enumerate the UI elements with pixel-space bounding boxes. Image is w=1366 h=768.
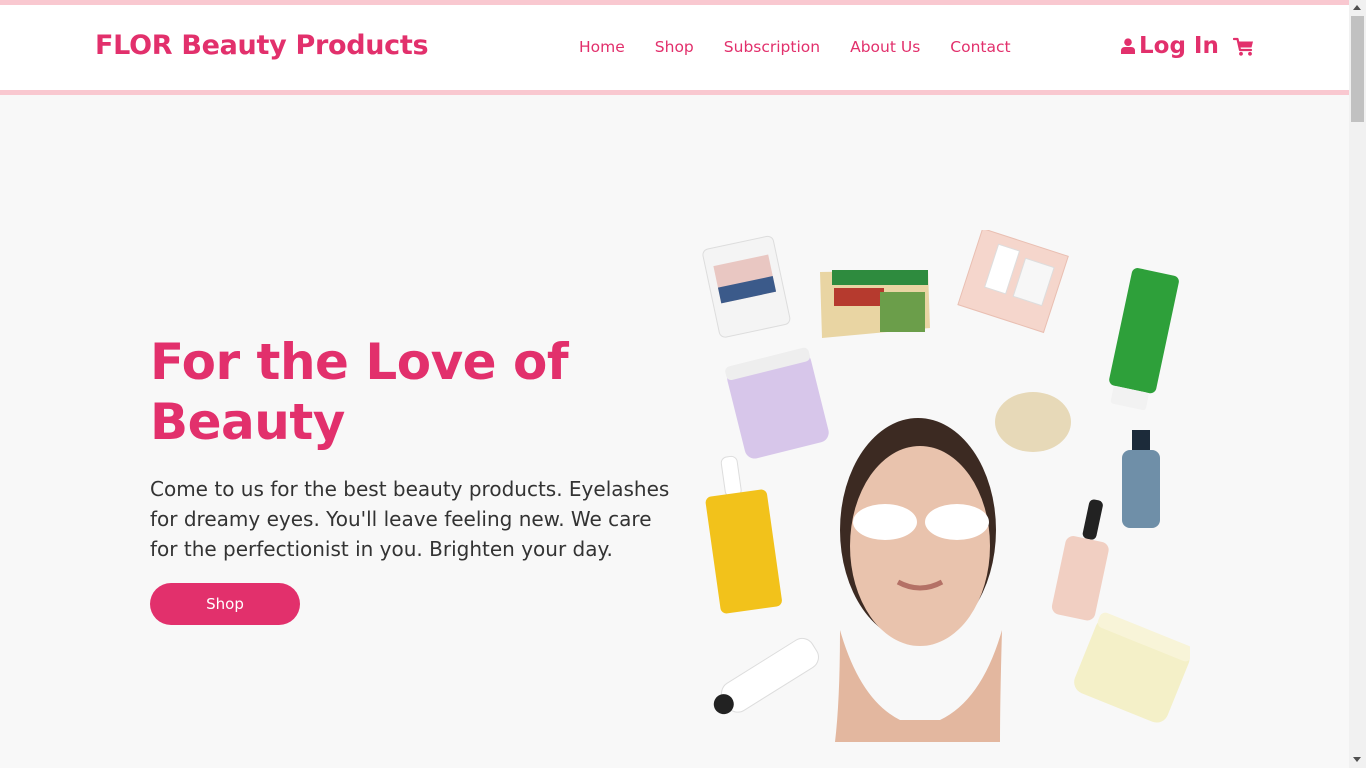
hero-image	[702, 230, 1190, 742]
main-nav: Home Shop Subscription About Us Contact	[579, 38, 1041, 56]
scroll-up-arrow-icon[interactable]	[1353, 5, 1361, 10]
user-icon	[1121, 38, 1135, 54]
soap-bar-image	[995, 392, 1071, 452]
serum-dropper-image	[1051, 499, 1109, 621]
skin-butter-jar-image	[725, 347, 829, 459]
cream-jar-image	[1074, 612, 1190, 723]
nav-subscription[interactable]: Subscription	[724, 38, 820, 56]
hero-title: For the Love of Beauty	[150, 333, 569, 451]
navbar-bottom-border	[0, 90, 1349, 95]
tea-box-image	[820, 270, 930, 338]
nav-shop[interactable]: Shop	[655, 38, 694, 56]
oil-dropper-image	[705, 455, 782, 614]
login-label: Log In	[1139, 33, 1219, 59]
scroll-thumb[interactable]	[1351, 16, 1364, 122]
cart-button[interactable]	[1232, 37, 1255, 61]
cart-icon	[1232, 37, 1253, 56]
pouch-product-image	[702, 235, 791, 338]
nav-about-us[interactable]: About Us	[850, 38, 920, 56]
green-tube-image	[1109, 268, 1179, 411]
shop-button[interactable]: Shop	[150, 583, 300, 625]
nav-home[interactable]: Home	[579, 38, 625, 56]
roller-tube-image	[713, 637, 819, 715]
model-face-image	[835, 418, 1002, 742]
nav-contact[interactable]: Contact	[950, 38, 1010, 56]
hero-description: Come to us for the best beauty products.…	[150, 477, 670, 561]
blue-bottle-image	[1122, 430, 1160, 528]
brand-logo[interactable]: FLOR Beauty Products	[95, 30, 429, 61]
scroll-down-arrow-icon[interactable]	[1353, 757, 1361, 762]
sample-packets-image	[957, 230, 1069, 334]
page-scrollbar[interactable]	[1349, 0, 1366, 768]
login-link[interactable]: Log In	[1121, 33, 1219, 59]
